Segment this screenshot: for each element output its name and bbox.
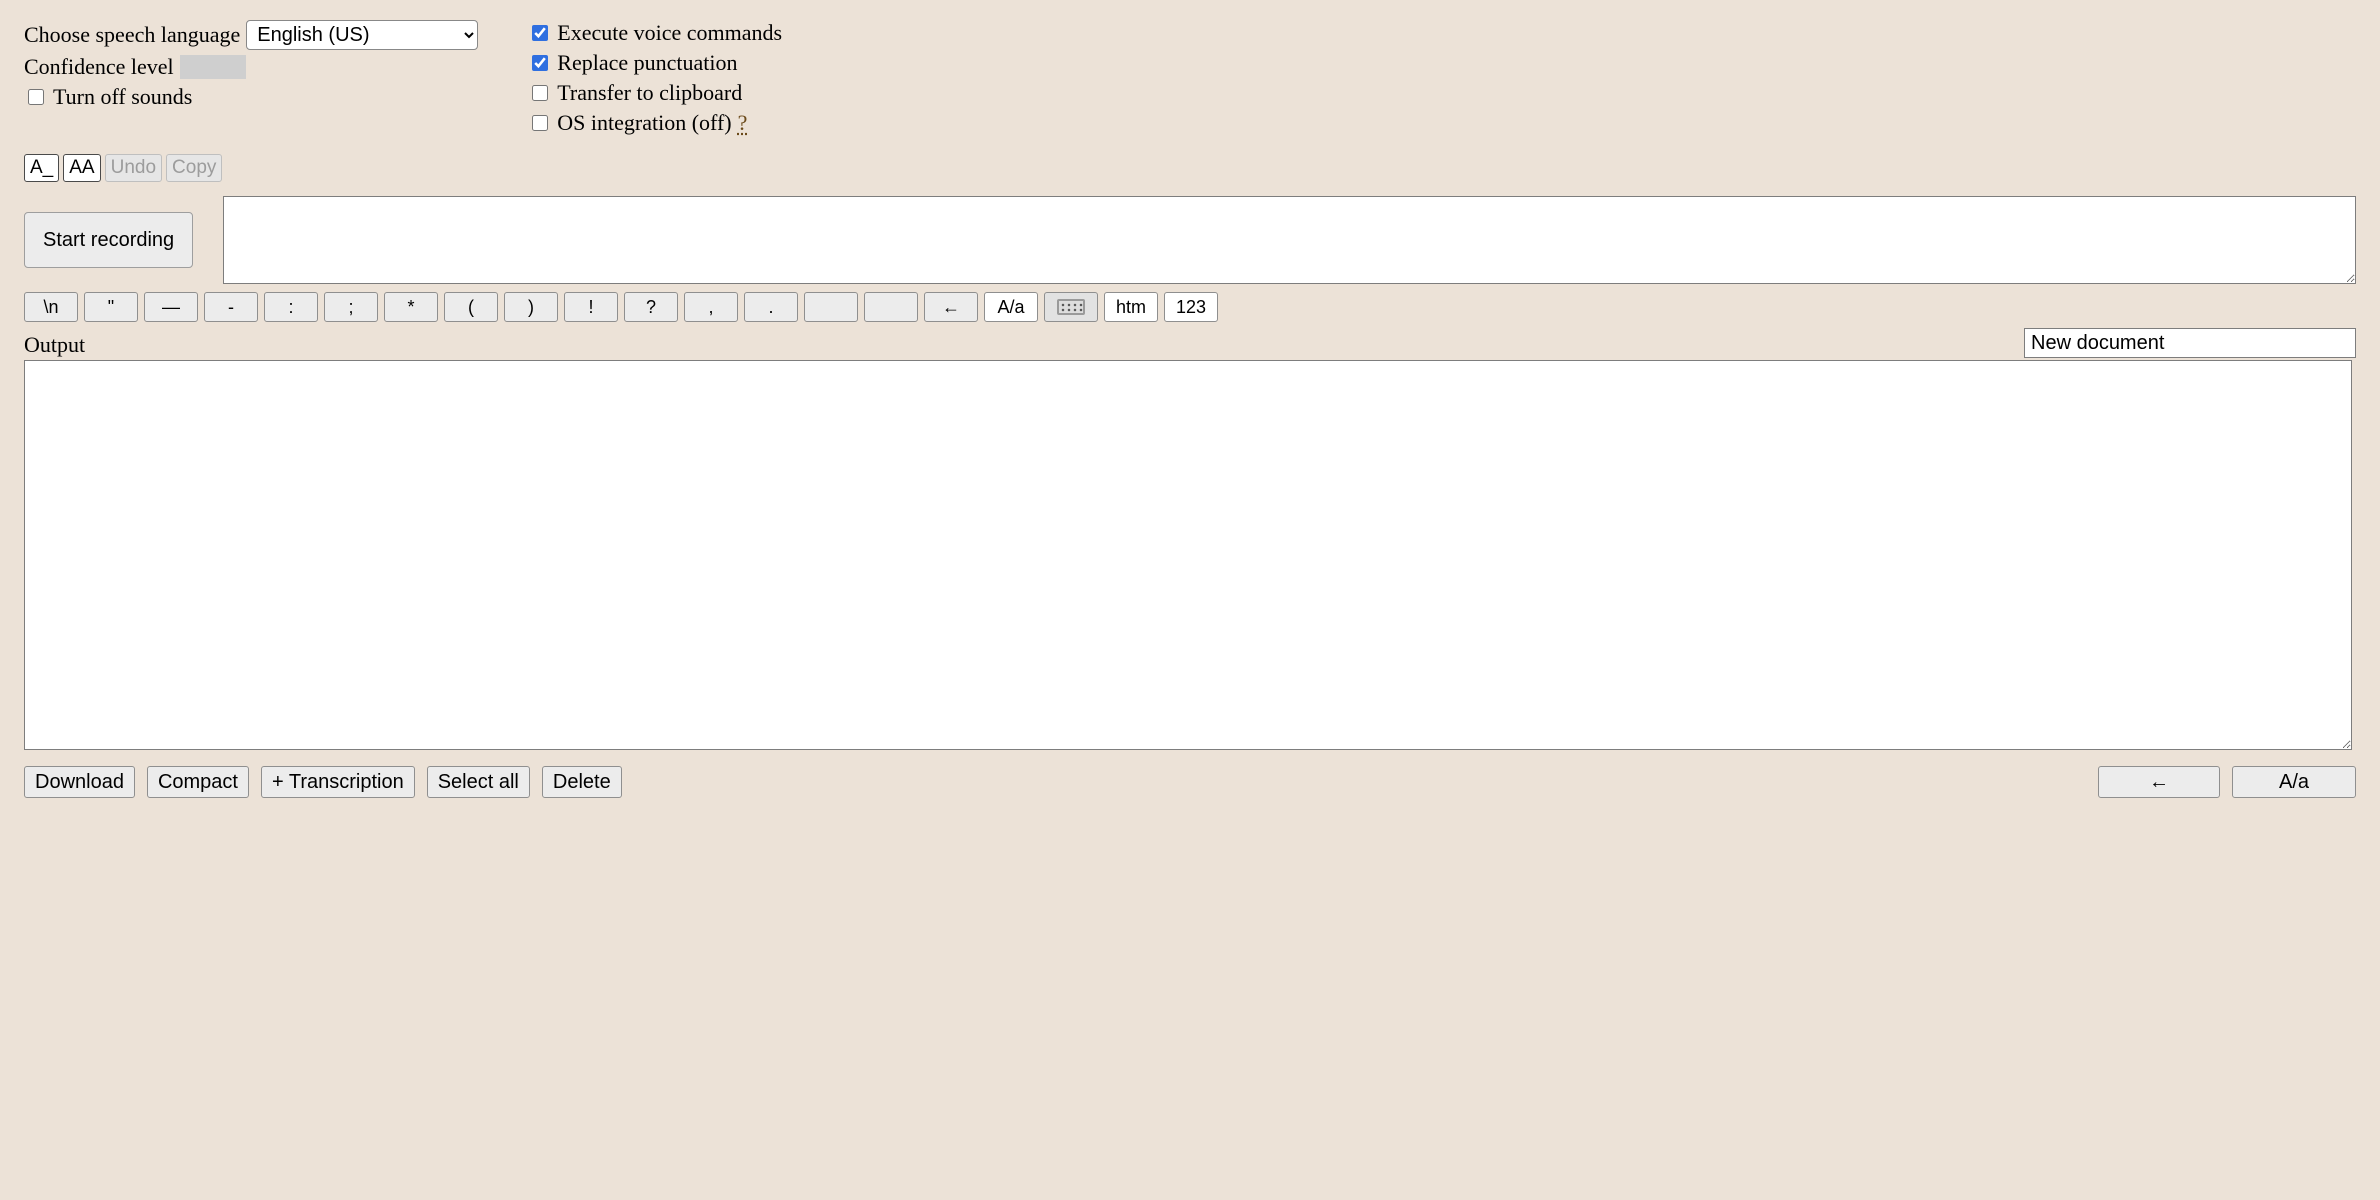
question-button[interactable]: ? <box>624 292 678 322</box>
comma-button[interactable]: , <box>684 292 738 322</box>
confidence-label: Confidence level <box>24 54 174 80</box>
settings-area: Choose speech language English (US) Conf… <box>24 20 2356 136</box>
quote-button[interactable]: " <box>84 292 138 322</box>
document-title-input[interactable] <box>2024 328 2356 358</box>
font-smaller-button[interactable]: A_ <box>24 154 59 182</box>
asterisk-button[interactable]: * <box>384 292 438 322</box>
blank-button-1[interactable] <box>804 292 858 322</box>
rparen-button[interactable]: ) <box>504 292 558 322</box>
punctuation-strip: \n " — - : ; * ( ) ! ? , . ← A/a htm 123 <box>24 292 2356 322</box>
blank-button-2[interactable] <box>864 292 918 322</box>
confidence-input[interactable] <box>180 55 246 79</box>
newline-button[interactable]: \n <box>24 292 78 322</box>
transcription-textarea[interactable] <box>223 196 2356 284</box>
mdash-button[interactable]: — <box>144 292 198 322</box>
compact-button[interactable]: Compact <box>147 766 249 798</box>
keyboard-button[interactable] <box>1044 292 1098 322</box>
replace-punctuation-checkbox[interactable] <box>532 55 548 71</box>
output-textarea[interactable] <box>24 360 2352 750</box>
output-case-toggle-button[interactable]: A/a <box>2232 766 2356 798</box>
backspace-button[interactable]: ← <box>924 292 978 322</box>
font-larger-button[interactable]: AA <box>63 154 100 182</box>
execute-commands-label: Execute voice commands <box>557 20 782 46</box>
numbers-button[interactable]: 123 <box>1164 292 1218 322</box>
period-button[interactable]: . <box>744 292 798 322</box>
download-button[interactable]: Download <box>24 766 135 798</box>
add-transcription-button[interactable]: + Transcription <box>261 766 415 798</box>
settings-right-col: Execute voice commands Replace punctuati… <box>528 20 782 136</box>
keyboard-icon <box>1057 299 1085 315</box>
replace-punctuation-label: Replace punctuation <box>557 50 737 76</box>
case-toggle-button[interactable]: A/a <box>984 292 1038 322</box>
exclamation-button[interactable]: ! <box>564 292 618 322</box>
output-header: Output <box>24 328 2356 358</box>
os-integration-help-icon[interactable]: ? <box>738 110 748 136</box>
output-label: Output <box>24 332 85 358</box>
turn-off-sounds-checkbox[interactable] <box>28 89 44 105</box>
language-label: Choose speech language <box>24 22 240 48</box>
copy-button[interactable]: Copy <box>166 154 222 182</box>
htm-button[interactable]: htm <box>1104 292 1158 322</box>
output-backspace-button[interactable]: ← <box>2098 766 2220 798</box>
colon-button[interactable]: : <box>264 292 318 322</box>
record-row: Start recording <box>24 196 2356 284</box>
select-all-button[interactable]: Select all <box>427 766 530 798</box>
language-select[interactable]: English (US) <box>246 20 478 50</box>
font-toolbar: A_ AA Undo Copy <box>24 154 2356 182</box>
bottom-bar: Download Compact + Transcription Select … <box>24 766 2356 798</box>
os-integration-checkbox[interactable] <box>532 115 548 131</box>
clipboard-label: Transfer to clipboard <box>557 80 742 106</box>
execute-commands-checkbox[interactable] <box>532 25 548 41</box>
clipboard-checkbox[interactable] <box>532 85 548 101</box>
settings-left-col: Choose speech language English (US) Conf… <box>24 20 478 110</box>
turn-off-sounds-label: Turn off sounds <box>53 84 192 110</box>
undo-button[interactable]: Undo <box>105 154 162 182</box>
start-recording-button[interactable]: Start recording <box>24 212 193 268</box>
lparen-button[interactable]: ( <box>444 292 498 322</box>
semicolon-button[interactable]: ; <box>324 292 378 322</box>
delete-button[interactable]: Delete <box>542 766 622 798</box>
hyphen-button[interactable]: - <box>204 292 258 322</box>
os-integration-label: OS integration (off) <box>557 110 731 136</box>
